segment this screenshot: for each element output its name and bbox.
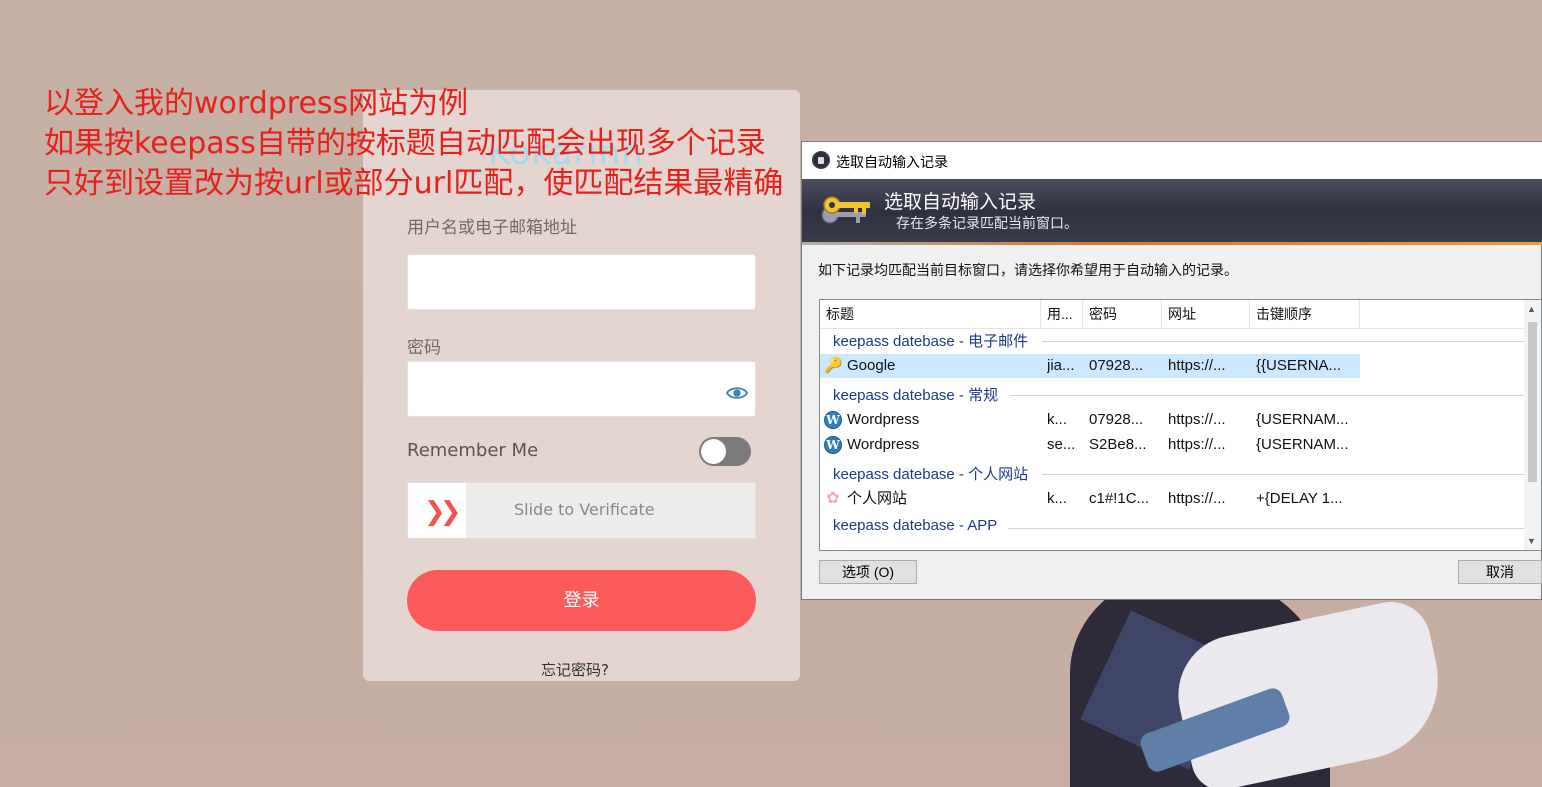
remember-me-toggle[interactable]: [699, 437, 751, 466]
group-divider: [1042, 341, 1526, 342]
scroll-down-icon[interactable]: ▼: [1527, 536, 1536, 546]
column-header-title[interactable]: 标题: [820, 300, 1041, 328]
login-button[interactable]: 登录: [407, 570, 756, 631]
list-item[interactable]: 🔑 Google jia... 07928... https://... {{U…: [820, 354, 1360, 378]
forgot-password-link[interactable]: 忘记密码?: [541, 659, 609, 680]
flower-icon: ✿: [826, 490, 840, 507]
wordpress-icon: W: [824, 436, 842, 454]
entry-password: c1#!1C...: [1089, 490, 1150, 507]
slide-verify-handle[interactable]: ❯❯: [408, 483, 466, 538]
entry-title: Wordpress: [847, 411, 920, 428]
entry-sequence: {USERNAM...: [1256, 411, 1349, 428]
instruction-text: 如下记录均匹配当前目标窗口，请选择你希望用于自动输入的记录。: [818, 262, 1238, 278]
show-password-eye-icon[interactable]: [726, 382, 748, 404]
entries-list[interactable]: 标题 用... 密码 网址 击键顺序 keepass datebase - 电子…: [819, 299, 1542, 551]
entry-password: 07928...: [1089, 411, 1144, 428]
entry-title: 个人网站: [847, 490, 908, 507]
list-item[interactable]: W Wordpress se... S2Be8... https://... {…: [820, 433, 1360, 457]
entry-sequence: {{USERNA...: [1256, 357, 1342, 374]
banner-subtitle: 存在多条记录匹配当前窗口。: [896, 215, 1078, 231]
group-divider: [1008, 528, 1526, 529]
dialog-banner: 选取自动输入记录 存在多条记录匹配当前窗口。: [802, 179, 1542, 245]
column-header-password[interactable]: 密码: [1083, 300, 1162, 328]
keepass-autotype-dialog: 选取自动输入记录 选取自动输入记录 存在多条记录匹配当前窗口。 如下记录均匹配当…: [801, 141, 1542, 600]
entry-title: Wordpress: [847, 436, 920, 453]
annotation-line: 如果按keepass自带的按标题自动匹配会出现多个记录: [44, 126, 766, 161]
entry-user: se...: [1047, 436, 1076, 453]
group-header: keepass datebase - 电子邮件: [833, 333, 1029, 350]
entry-password: S2Be8...: [1089, 436, 1147, 453]
group-header: keepass datebase - 常规: [833, 387, 999, 404]
entry-sequence: {USERNAM...: [1256, 436, 1349, 453]
list-header: 标题 用... 密码 网址 击键顺序: [820, 300, 1541, 329]
keys-icon: [821, 196, 870, 224]
list-scrollbar[interactable]: ▲ ▼: [1524, 300, 1541, 550]
group-header: keepass datebase - APP: [833, 517, 998, 534]
slide-verify-track[interactable]: ❯❯ Slide to Verificate: [407, 482, 756, 539]
entry-user: k...: [1047, 411, 1068, 428]
annotation-line: 以登入我的wordpress网站为例: [44, 86, 469, 121]
slide-verify-text: Slide to Verificate: [514, 500, 655, 519]
group-divider: [1042, 474, 1526, 475]
options-button[interactable]: 选项 (O): [819, 560, 917, 584]
group-header: keepass datebase - 个人网站: [833, 466, 1029, 483]
entry-user: k...: [1047, 490, 1068, 507]
annotation-line: 只好到设置改为按url或部分url匹配，使匹配结果最精确: [44, 166, 784, 201]
banner-divider: [802, 242, 1542, 245]
keepass-lock-icon: [812, 151, 830, 169]
entry-password: 07928...: [1089, 357, 1144, 374]
column-header-url[interactable]: 网址: [1162, 300, 1250, 328]
entry-url: https://...: [1168, 436, 1226, 453]
username-label: 用户名或电子邮箱地址: [407, 218, 577, 238]
scroll-up-icon[interactable]: ▲: [1527, 304, 1536, 314]
entry-url: https://...: [1168, 357, 1226, 374]
entry-url: https://...: [1168, 411, 1226, 428]
toggle-knob: [701, 439, 726, 464]
entry-user: jia...: [1047, 357, 1075, 374]
list-item[interactable]: W Wordpress k... 07928... https://... {U…: [820, 408, 1360, 432]
column-header-sequence[interactable]: 击键顺序: [1250, 300, 1360, 328]
remember-me-label: Remember Me: [407, 440, 539, 461]
column-header-user[interactable]: 用...: [1041, 300, 1083, 328]
banner-title: 选取自动输入记录: [884, 192, 1037, 213]
cancel-button[interactable]: 取消: [1458, 560, 1542, 584]
double-chevron-right-icon: ❯❯: [424, 497, 461, 527]
username-input[interactable]: [407, 254, 756, 310]
password-input[interactable]: [407, 361, 756, 417]
entry-title: Google: [847, 357, 896, 374]
list-item[interactable]: ✿ 个人网站 k... c1#!1C... https://... +{DELA…: [820, 487, 1360, 511]
key-icon: 🔑: [824, 357, 843, 374]
dialog-titlebar[interactable]: 选取自动输入记录: [802, 142, 1542, 179]
password-label: 密码: [407, 338, 441, 358]
window-title: 选取自动输入记录: [836, 154, 948, 170]
entry-sequence: +{DELAY 1...: [1256, 490, 1343, 507]
wordpress-icon: W: [824, 411, 842, 429]
entry-url: https://...: [1168, 490, 1226, 507]
group-divider: [1010, 395, 1526, 396]
annotation-text: 以登入我的wordpress网站为例 如果按keepass自带的按标题自动匹配会…: [44, 84, 783, 204]
scrollbar-thumb[interactable]: [1528, 322, 1537, 482]
